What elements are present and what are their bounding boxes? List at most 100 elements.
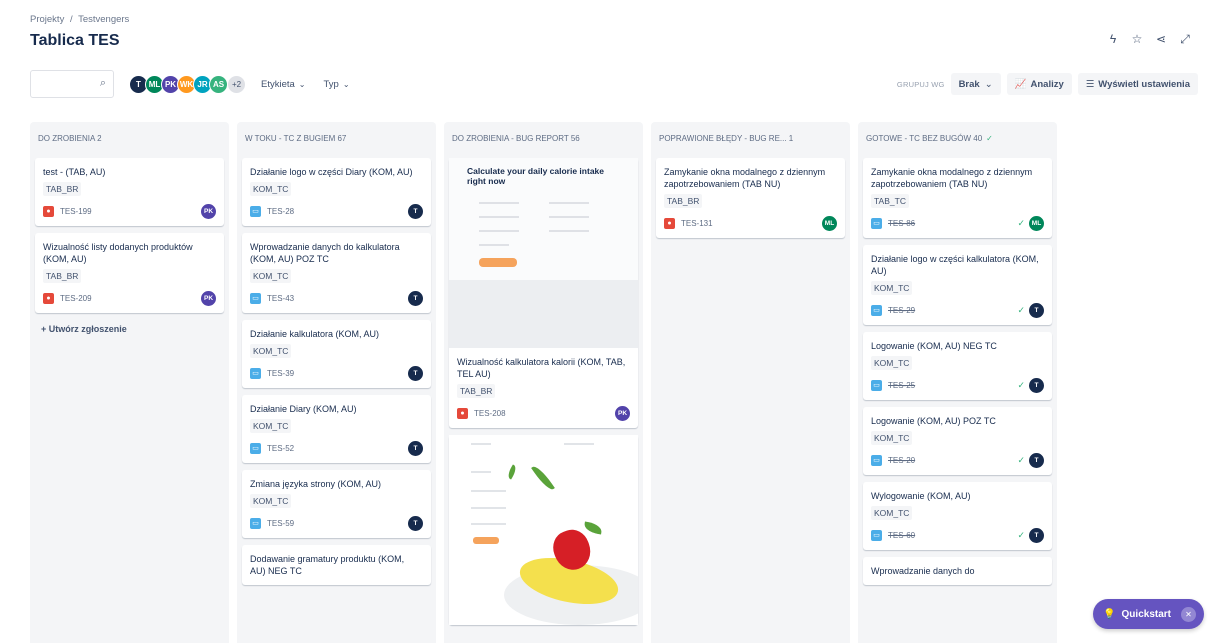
issue-card[interactable]: Calculate your daily calorie intake righ… bbox=[449, 158, 638, 428]
issue-key[interactable]: TES-59 bbox=[267, 519, 294, 528]
form-field-placeholder bbox=[549, 230, 589, 232]
expand-icon[interactable]: ⤢ bbox=[1178, 32, 1192, 47]
card-label[interactable]: KOM_TC bbox=[250, 494, 292, 508]
issue-card[interactable]: Działanie logo w części Diary (KOM, AU) K… bbox=[242, 158, 431, 226]
board-column: W TOKU - TC Z BUGIEM 67 Działanie logo w … bbox=[237, 122, 436, 643]
issue-card[interactable]: Zmiana języka strony (KOM, AU) KOM_TC ▭ TES… bbox=[242, 470, 431, 538]
issue-card[interactable] bbox=[449, 435, 638, 625]
card-title: Zamykanie okna modalnego z dziennym zapo… bbox=[871, 167, 1033, 189]
assignee-avatar[interactable]: PK bbox=[201, 203, 216, 219]
chevron-down-icon: ⌄ bbox=[342, 79, 350, 89]
card-title: test - (TAB, AU) bbox=[43, 167, 106, 177]
assignee-avatar[interactable]: PK bbox=[201, 290, 216, 306]
calculate-button-preview bbox=[479, 258, 517, 267]
issue-card[interactable]: Logowanie (KOM, AU) NEG TC KOM_TC ▭ TES-25 ✓… bbox=[863, 332, 1052, 400]
test-type-icon: ▭ bbox=[871, 454, 882, 466]
column-title: DO ZROBIENIA - BUG REPORT 56 bbox=[452, 134, 580, 143]
assignee-avatar[interactable]: T bbox=[408, 515, 423, 531]
card-label[interactable]: TAB_TC bbox=[871, 194, 909, 208]
issue-key[interactable]: TES-131 bbox=[681, 219, 713, 228]
issue-card[interactable]: Logowanie (KOM, AU) POZ TC KOM_TC ▭ TES-20 ✓… bbox=[863, 407, 1052, 475]
assignee-avatar[interactable]: T bbox=[408, 203, 423, 219]
card-footer: ▭ TES-39 T bbox=[250, 365, 423, 381]
star-icon[interactable]: ☆ bbox=[1130, 32, 1144, 47]
insights-button[interactable]: 📈 Analizy bbox=[1006, 73, 1072, 95]
issue-key[interactable]: TES-86 bbox=[888, 219, 915, 228]
board-column: DO ZROBIENIA 2 test - (TAB, AU) TAB_BR ● TES… bbox=[30, 122, 229, 643]
card-label[interactable]: KOM_TC bbox=[250, 269, 292, 283]
breadcrumb-project[interactable]: Testvengers bbox=[78, 14, 129, 25]
group-by-select[interactable]: Brak ⌄ bbox=[950, 73, 1001, 95]
card-label[interactable]: KOM_TC bbox=[250, 344, 292, 358]
search-input[interactable]: ⌕ bbox=[30, 70, 114, 98]
test-type-icon: ▭ bbox=[250, 442, 261, 454]
card-label[interactable]: KOM_TC bbox=[871, 356, 913, 370]
issue-key[interactable]: TES-20 bbox=[888, 456, 915, 465]
type-filter[interactable]: Typ ⌄ bbox=[324, 79, 350, 90]
issue-card[interactable]: Wizualność listy dodanych produktów (KOM… bbox=[35, 233, 224, 313]
card-label[interactable]: TAB_BR bbox=[43, 269, 82, 283]
bug-type-icon: ● bbox=[664, 217, 675, 229]
assignee-avatar[interactable]: T bbox=[1029, 527, 1044, 543]
assignee-avatar[interactable]: T bbox=[408, 440, 423, 456]
issue-key[interactable]: TES-39 bbox=[267, 369, 294, 378]
issue-card[interactable]: Zamykanie okna modalnego z dziennym zapo… bbox=[656, 158, 845, 238]
issue-key[interactable]: TES-28 bbox=[267, 207, 294, 216]
card-meta: PK bbox=[615, 405, 630, 421]
quickstart-button[interactable]: 💡 Quickstart ✕ bbox=[1093, 599, 1204, 629]
view-settings-button[interactable]: ☰ Wyświetl ustawienia bbox=[1077, 73, 1198, 95]
column-header: DO ZROBIENIA - BUG REPORT 56 bbox=[444, 122, 643, 158]
issue-card[interactable]: Działanie Diary (KOM, AU) KOM_TC ▭ TES-52 T bbox=[242, 395, 431, 463]
issue-key[interactable]: TES-25 bbox=[888, 381, 915, 390]
assignee-avatar[interactable]: T bbox=[408, 290, 423, 306]
assignee-avatar[interactable]: T bbox=[1029, 377, 1044, 393]
more-avatars-badge[interactable]: +2 bbox=[227, 74, 246, 94]
assignee-avatar[interactable]: ML bbox=[822, 215, 837, 231]
issue-card[interactable]: Działanie kalkulatora (KOM, AU) KOM_TC ▭ TE… bbox=[242, 320, 431, 388]
create-issue-button[interactable]: + Utwórz zgłoszenie bbox=[35, 320, 224, 338]
card-label[interactable]: TAB_BR bbox=[43, 182, 82, 196]
card-label[interactable]: KOM_TC bbox=[871, 431, 913, 445]
share-icon[interactable]: ⋖ bbox=[1154, 32, 1168, 47]
card-title: Zamykanie okna modalnego z dziennym zapo… bbox=[664, 167, 826, 189]
issue-key[interactable]: TES-43 bbox=[267, 294, 294, 303]
assignee-avatar[interactable]: PK bbox=[615, 405, 630, 421]
issue-key[interactable]: TES-209 bbox=[60, 294, 92, 303]
lightning-icon[interactable]: ϟ bbox=[1106, 32, 1120, 47]
issue-card[interactable]: Zamykanie okna modalnego z dziennym zapo… bbox=[863, 158, 1052, 238]
assignee-avatar[interactable]: T bbox=[1029, 302, 1044, 318]
issue-key[interactable]: TES-60 bbox=[888, 531, 915, 540]
card-label[interactable]: KOM_TC bbox=[250, 419, 292, 433]
card-label[interactable]: KOM_TC bbox=[871, 281, 913, 295]
avatar[interactable]: AS bbox=[209, 74, 228, 94]
card-title: Działanie logo w części kalkulatora (KOM… bbox=[871, 254, 1039, 276]
assignee-avatar[interactable]: T bbox=[408, 365, 423, 381]
card-label[interactable]: TAB_BR bbox=[457, 384, 496, 398]
issue-card[interactable]: Dodawanie gramatury produktu (KOM, AU) N… bbox=[242, 545, 431, 585]
label-filter[interactable]: Etykieta ⌄ bbox=[261, 79, 306, 90]
issue-card[interactable]: Działanie logo w części kalkulatora (KOM… bbox=[863, 245, 1052, 325]
close-icon[interactable]: ✕ bbox=[1181, 606, 1196, 622]
issue-card[interactable]: Wprowadzanie danych do bbox=[863, 557, 1052, 585]
filter-bar: ⌕ T ML PK WK JR AS +2 Etykieta ⌄ Typ ⌄ GRUPUJ WG… bbox=[30, 70, 1198, 98]
issue-card[interactable]: Wprowadzanie danych do kalkulatora (KOM,… bbox=[242, 233, 431, 313]
issue-card[interactable]: test - (TAB, AU) TAB_BR ● TES-199 PK bbox=[35, 158, 224, 226]
issue-card[interactable]: Wylogowanie (KOM, AU) KOM_TC ▭ TES-60 ✓ T bbox=[863, 482, 1052, 550]
label-filter-text: Etykieta bbox=[261, 78, 295, 90]
assignee-avatar[interactable]: T bbox=[1029, 452, 1044, 468]
issue-key[interactable]: TES-52 bbox=[267, 444, 294, 453]
issue-key[interactable]: TES-29 bbox=[888, 306, 915, 315]
column-header: GOTOWE - TC BEZ BUGÓW 40 ✓ bbox=[858, 122, 1057, 158]
card-label[interactable]: TAB_BR bbox=[664, 194, 703, 208]
card-label[interactable]: KOM_TC bbox=[871, 506, 913, 520]
issue-key[interactable]: TES-208 bbox=[474, 409, 506, 418]
card-label[interactable]: KOM_TC bbox=[250, 182, 292, 196]
form-field-placeholder bbox=[479, 202, 519, 204]
bug-type-icon: ● bbox=[43, 205, 54, 217]
breadcrumb-projects[interactable]: Projekty bbox=[30, 14, 64, 25]
assignee-avatar[interactable]: ML bbox=[1029, 215, 1044, 231]
issue-key[interactable]: TES-199 bbox=[60, 207, 92, 216]
bug-type-icon: ● bbox=[457, 407, 468, 419]
card-title: Wprowadzanie danych do bbox=[871, 566, 975, 576]
card-footer: ▭ TES-52 T bbox=[250, 440, 423, 456]
